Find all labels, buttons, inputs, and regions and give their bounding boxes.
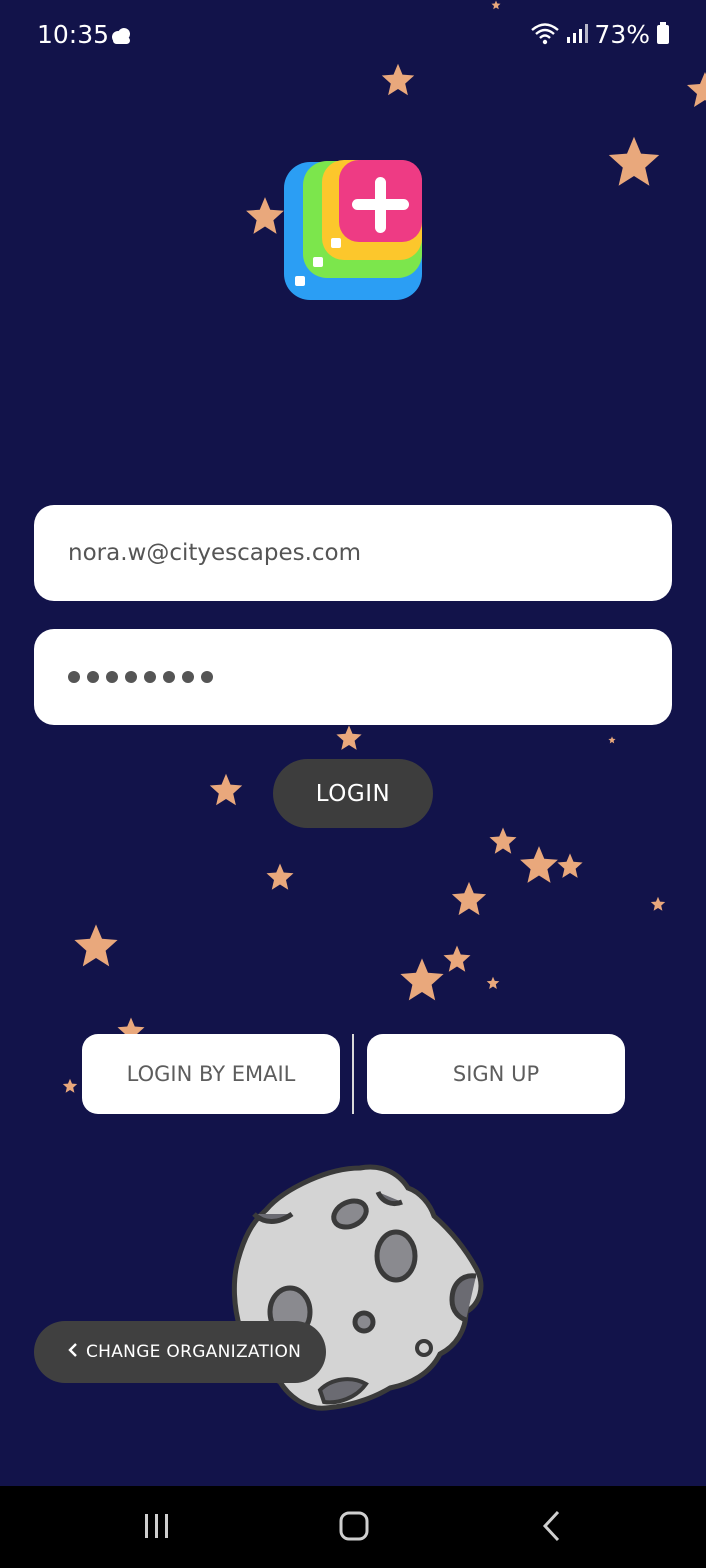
status-bar: 10:35 73% [0, 0, 706, 72]
recents-icon[interactable] [143, 1513, 171, 1539]
password-dot [68, 671, 80, 683]
wifi-icon [530, 21, 560, 49]
star-icon [246, 197, 284, 234]
star-icon [491, 0, 501, 10]
back-icon[interactable] [540, 1510, 564, 1542]
button-divider [352, 1034, 354, 1114]
star-icon [443, 945, 471, 972]
star-icon [336, 725, 362, 750]
signal-icon [566, 22, 589, 48]
password-dot [87, 671, 99, 683]
star-icon [266, 863, 294, 890]
battery-icon [656, 21, 670, 49]
star-icon [608, 136, 660, 186]
chevron-left-icon [68, 1342, 78, 1363]
password-dot [125, 671, 137, 683]
login-by-email-button[interactable]: LOGIN BY EMAIL [82, 1034, 340, 1114]
star-icon [62, 1078, 78, 1093]
password-dot [144, 671, 156, 683]
login-button[interactable]: LOGIN [273, 759, 433, 828]
app-screen: 10:35 73% nora.w@cityescapes.com LOGIN L… [0, 0, 706, 1486]
change-organization-label: CHANGE ORGANIZATION [86, 1342, 302, 1362]
email-value: nora.w@cityescapes.com [68, 540, 362, 566]
star-icon [451, 881, 487, 916]
change-organization-button[interactable]: CHANGE ORGANIZATION [34, 1321, 326, 1383]
email-field[interactable]: nora.w@cityescapes.com [34, 505, 672, 601]
star-icon [687, 72, 706, 107]
password-dot [163, 671, 175, 683]
status-time: 10:35 [37, 20, 110, 49]
star-icon [557, 853, 583, 878]
cloud-icon [109, 26, 133, 50]
star-icon [650, 896, 666, 911]
star-icon [520, 846, 558, 883]
sign-up-button[interactable]: SIGN UP [367, 1034, 625, 1114]
password-field[interactable] [34, 629, 672, 725]
star-icon [486, 976, 500, 989]
status-right: 73% [530, 20, 670, 49]
battery-percent: 73% [594, 20, 650, 49]
star-icon [608, 736, 616, 744]
password-dot [182, 671, 194, 683]
star-icon [74, 924, 118, 967]
password-dot [106, 671, 118, 683]
password-dot [201, 671, 213, 683]
star-icon [381, 63, 415, 96]
star-icon [400, 958, 444, 1001]
star-icon [209, 773, 243, 806]
app-logo [284, 160, 422, 300]
password-mask [68, 671, 213, 683]
star-icon [489, 827, 517, 854]
home-icon[interactable] [339, 1511, 369, 1541]
